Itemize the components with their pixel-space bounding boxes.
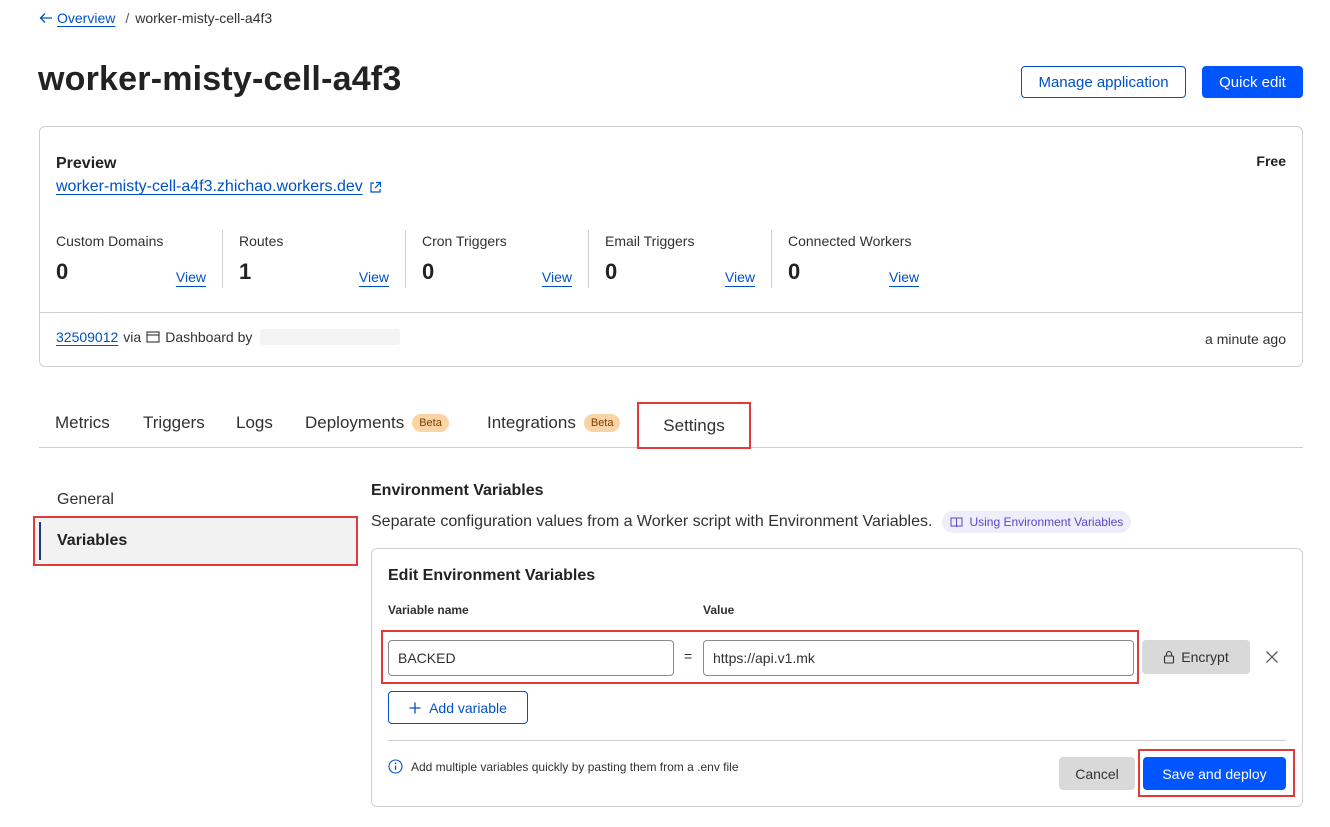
stat-label: Routes — [239, 233, 284, 249]
side-nav-label: Variables — [57, 532, 128, 549]
breadcrumb-overview-link[interactable]: Overview — [39, 10, 115, 26]
card-divider — [40, 312, 1302, 313]
stat-view-link[interactable]: View — [725, 269, 755, 285]
variable-name-input[interactable] — [388, 640, 674, 676]
deployment-source: Dashboard by — [165, 329, 253, 345]
tab-label: Deployments — [305, 413, 405, 432]
preview-url-link[interactable]: worker-misty-cell-a4f3.zhichao.workers.d… — [56, 178, 382, 196]
stat-value: 0 — [56, 259, 69, 284]
column-header-value: Value — [703, 603, 735, 617]
variable-value-input[interactable] — [703, 640, 1134, 676]
stat-label: Cron Triggers — [422, 233, 507, 249]
breadcrumb-separator: / — [125, 10, 130, 26]
external-link-icon — [370, 181, 381, 193]
tab-label: Settings — [663, 415, 725, 435]
breadcrumb: Overview / worker-misty-cell-a4f3 — [39, 10, 272, 26]
breadcrumb-current: worker-misty-cell-a4f3 — [135, 10, 273, 26]
tab-triggers[interactable]: Triggers — [143, 413, 205, 433]
equals-sign: = — [684, 648, 693, 664]
close-icon — [1266, 651, 1278, 663]
tab-integrations[interactable]: Integrations Beta — [487, 413, 621, 433]
stat-value: 0 — [605, 259, 618, 284]
save-and-deploy-button[interactable]: Save and deploy — [1143, 757, 1286, 790]
stat-cron-triggers: Cron Triggers 0 View — [406, 230, 589, 288]
stat-connected-workers: Connected Workers 0 View — [772, 230, 955, 288]
stat-value: 0 — [422, 259, 435, 284]
side-nav-general[interactable]: General — [57, 491, 114, 509]
page-title: worker-misty-cell-a4f3 — [38, 60, 402, 98]
stats-row: Custom Domains 0 View Routes 1 View Cron… — [56, 230, 955, 288]
edit-env-panel: Edit Environment Variables Variable name… — [371, 548, 1303, 807]
preview-label: Preview — [56, 155, 117, 172]
stat-value: 1 — [239, 259, 252, 284]
description-text: Separate configuration values from a Wor… — [371, 513, 933, 530]
tab-label: Metrics — [55, 413, 110, 432]
worker-tabs: Metrics Triggers Logs Deployments Beta I… — [39, 400, 1303, 449]
tab-logs[interactable]: Logs — [236, 413, 273, 433]
section-title: Environment Variables — [371, 482, 544, 499]
stat-view-link[interactable]: View — [889, 269, 919, 285]
preview-url-text: worker-misty-cell-a4f3.zhichao.workers.d… — [56, 178, 363, 195]
hint-text: Add multiple variables quickly by pastin… — [411, 759, 739, 774]
latest-deployment: 32509012 via Dashboard by — [56, 329, 401, 345]
worker-summary-card: Preview worker-misty-cell-a4f3.zhichao.w… — [39, 126, 1303, 367]
cancel-button[interactable]: Cancel — [1059, 757, 1135, 790]
stat-label: Custom Domains — [56, 233, 164, 249]
plan-label: Free — [1256, 153, 1286, 169]
lock-icon — [1164, 650, 1175, 664]
deployment-id-link[interactable]: 32509012 — [56, 329, 118, 345]
stat-value: 0 — [788, 259, 801, 284]
column-header-name: Variable name — [388, 603, 469, 617]
quick-edit-button[interactable]: Quick edit — [1202, 66, 1303, 98]
tab-label: Logs — [236, 413, 273, 432]
stat-view-link[interactable]: View — [542, 269, 572, 285]
stat-custom-domains: Custom Domains 0 View — [56, 230, 223, 288]
remove-variable-button[interactable] — [1262, 647, 1282, 667]
tab-metrics[interactable]: Metrics — [55, 413, 110, 433]
dashboard-icon — [146, 331, 160, 343]
paste-hint: Add multiple variables quickly by pastin… — [388, 759, 739, 774]
beta-badge: Beta — [583, 414, 621, 432]
docs-link[interactable]: Using Environment Variables — [942, 511, 1132, 533]
stat-email-triggers: Email Triggers 0 View — [589, 230, 772, 288]
stat-label: Email Triggers — [605, 233, 695, 249]
stat-routes: Routes 1 View — [223, 230, 406, 288]
add-variable-button[interactable]: Add variable — [388, 691, 528, 724]
stat-view-link[interactable]: View — [176, 269, 206, 285]
beta-badge: Beta — [412, 414, 449, 432]
add-variable-label: Add variable — [429, 699, 507, 716]
info-icon — [388, 759, 403, 774]
deployment-time: a minute ago — [1205, 331, 1286, 347]
encrypt-label: Encrypt — [1181, 649, 1229, 665]
redacted-author — [260, 329, 401, 345]
manage-application-button[interactable]: Manage application — [1021, 66, 1186, 98]
stat-view-link[interactable]: View — [359, 269, 389, 285]
panel-divider — [388, 740, 1286, 741]
panel-title: Edit Environment Variables — [388, 567, 596, 584]
stat-label: Connected Workers — [788, 233, 912, 249]
arrow-left-icon — [39, 13, 52, 23]
encrypt-button[interactable]: Encrypt — [1142, 640, 1250, 674]
tab-settings[interactable]: Settings — [637, 402, 751, 449]
plus-icon — [409, 702, 421, 713]
active-indicator — [39, 522, 41, 560]
tab-label: Triggers — [143, 413, 205, 432]
docs-link-label: Using Environment Variables — [969, 515, 1124, 529]
section-description: Separate configuration values from a Wor… — [371, 511, 1132, 533]
side-nav-variables[interactable]: Variables — [33, 516, 358, 566]
tab-label: Integrations — [487, 413, 576, 432]
book-icon — [950, 517, 963, 527]
tab-deployments[interactable]: Deployments Beta — [305, 413, 449, 433]
breadcrumb-overview-label: Overview — [57, 10, 116, 26]
deployment-via: via — [123, 329, 142, 345]
